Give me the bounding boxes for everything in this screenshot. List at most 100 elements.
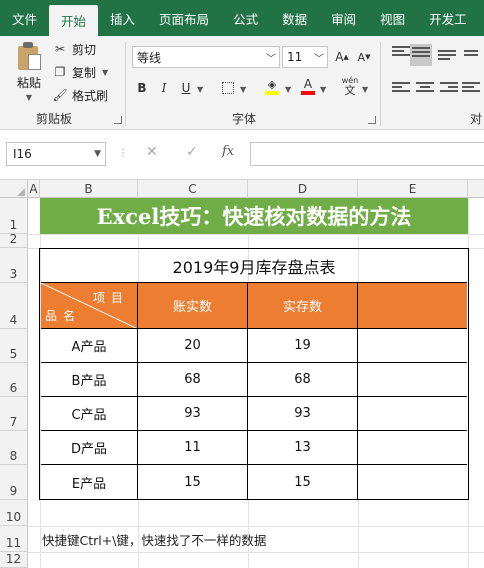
- table-cell-empty[interactable]: [358, 431, 467, 465]
- chevron-down-icon: ▼: [25, 93, 33, 102]
- row-header-8[interactable]: 8: [0, 431, 28, 465]
- row-header-5[interactable]: 5: [0, 329, 28, 363]
- tab-developer[interactable]: 开发工: [417, 0, 479, 36]
- table-cell-book[interactable]: 68: [138, 363, 248, 397]
- header-book-count[interactable]: 账实数: [138, 283, 248, 329]
- indent-icon[interactable]: [462, 82, 480, 98]
- table-cell-book[interactable]: 11: [138, 431, 248, 465]
- shortcut-note[interactable]: 快捷键Ctrl+\键，快速找了不一样的数据: [42, 530, 266, 549]
- copy-icon: ❐: [54, 65, 66, 79]
- underline-button[interactable]: U: [176, 78, 196, 98]
- phonetic-button[interactable]: wén 文: [340, 74, 360, 98]
- font-name-combo[interactable]: 等线 ﹀: [132, 46, 280, 68]
- table-cell-empty[interactable]: [358, 397, 467, 431]
- enter-check-icon[interactable]: ✓: [186, 144, 198, 160]
- fill-color-button[interactable]: ◈: [262, 76, 282, 96]
- row-header-7[interactable]: 7: [0, 397, 28, 431]
- row-header-9[interactable]: 9: [0, 465, 28, 500]
- italic-button[interactable]: I: [154, 78, 174, 98]
- shrink-font-button[interactable]: A ▼: [354, 47, 374, 67]
- column-header-c[interactable]: C: [138, 180, 248, 198]
- table-cell-actual[interactable]: 19: [248, 329, 358, 363]
- diagonal-header-cell[interactable]: 项目 品名: [41, 283, 138, 329]
- header-actual-count[interactable]: 实存数: [248, 283, 358, 329]
- row-header-10[interactable]: 10: [0, 500, 28, 526]
- font-launcher-icon[interactable]: [368, 116, 376, 124]
- table-cell-book[interactable]: 93: [138, 397, 248, 431]
- column-headers: A B C D E: [0, 180, 484, 198]
- grow-font-button[interactable]: A ▲: [332, 47, 352, 67]
- row-header-3[interactable]: 3: [0, 248, 28, 283]
- table-cell-empty[interactable]: [358, 465, 467, 499]
- formula-bar: I16 ▼ ⋮ ✕ ✓ fx: [0, 130, 484, 180]
- format-painter-button[interactable]: 🖌 格式刷: [52, 84, 108, 106]
- row-header-4[interactable]: 4: [0, 283, 28, 329]
- insert-function-icon[interactable]: fx: [222, 144, 234, 159]
- paintbrush-icon: 🖌: [52, 88, 68, 102]
- border-button[interactable]: [218, 78, 238, 98]
- align-top-icon[interactable]: [392, 46, 410, 62]
- row-header-2[interactable]: 2: [0, 232, 28, 248]
- chevron-down-icon[interactable]: ▼: [285, 85, 291, 94]
- chevron-down-icon: ▼: [94, 149, 101, 159]
- table-cell-actual[interactable]: 93: [248, 397, 358, 431]
- table-cell-actual[interactable]: 68: [248, 363, 358, 397]
- row-header-1[interactable]: 1: [0, 198, 28, 234]
- title-banner[interactable]: Excel技巧：快速核对数据的方法: [40, 198, 468, 234]
- font-size-combo[interactable]: 11 ﹀: [282, 46, 328, 68]
- table-cell-item[interactable]: E产品: [41, 465, 138, 499]
- chevron-down-icon: ﹀: [266, 53, 276, 65]
- copy-button[interactable]: ❐ 复制 ▼: [52, 61, 109, 83]
- table-cell-book[interactable]: 20: [138, 329, 248, 363]
- chevron-down-icon[interactable]: ▼: [197, 85, 203, 94]
- clipboard-launcher-icon[interactable]: [114, 116, 122, 124]
- table-cell-empty[interactable]: [358, 363, 467, 397]
- column-header-d[interactable]: D: [248, 180, 358, 198]
- tab-file[interactable]: 文件: [0, 0, 49, 36]
- table-cell-item[interactable]: A产品: [41, 329, 138, 363]
- tab-view[interactable]: 视图: [368, 0, 417, 36]
- tab-home[interactable]: 开始: [49, 5, 99, 36]
- align-bottom-icon[interactable]: [438, 50, 456, 66]
- tab-page-layout[interactable]: 页面布局: [147, 0, 221, 36]
- table-cell-item[interactable]: B产品: [41, 363, 138, 397]
- align-center-icon[interactable]: [416, 82, 434, 98]
- column-header-a[interactable]: A: [28, 180, 40, 198]
- column-header-b[interactable]: B: [40, 180, 138, 198]
- header-extra[interactable]: [358, 283, 467, 329]
- table-cell-item[interactable]: C产品: [41, 397, 138, 431]
- table-cell-actual[interactable]: 13: [248, 431, 358, 465]
- select-all-button[interactable]: [0, 180, 28, 198]
- row-header-12[interactable]: 12: [0, 552, 28, 568]
- tab-insert[interactable]: 插入: [98, 0, 147, 36]
- paste-button[interactable]: 粘贴 ▼: [10, 42, 48, 102]
- table-cell-book[interactable]: 15: [138, 465, 248, 499]
- tab-data[interactable]: 数据: [270, 0, 319, 36]
- table-cell-actual[interactable]: 15: [248, 465, 358, 499]
- chevron-down-icon[interactable]: ▼: [240, 85, 246, 94]
- column-header-e[interactable]: E: [358, 180, 468, 198]
- more-dots-icon[interactable]: ⋮: [118, 148, 128, 159]
- row-header-6[interactable]: 6: [0, 363, 28, 397]
- tab-review[interactable]: 审阅: [319, 0, 368, 36]
- orientation-icon[interactable]: [464, 50, 482, 66]
- name-box[interactable]: I16 ▼: [6, 142, 106, 166]
- chevron-down-icon[interactable]: ▼: [320, 85, 326, 94]
- cancel-icon[interactable]: ✕: [146, 144, 158, 160]
- row-header-11[interactable]: 11: [0, 526, 28, 552]
- header-item-label: 项目: [92, 291, 129, 305]
- table-title[interactable]: 2019年9月库存盘点表: [41, 250, 467, 283]
- table-cell-empty[interactable]: [358, 329, 467, 363]
- align-right-icon[interactable]: [440, 82, 458, 98]
- chevron-down-icon[interactable]: ▼: [362, 85, 368, 94]
- cut-button[interactable]: ✂ 剪切: [52, 38, 96, 60]
- paste-icon: [16, 42, 42, 72]
- chevron-down-icon: ▼: [102, 67, 109, 77]
- table-cell-item[interactable]: D产品: [41, 431, 138, 465]
- font-color-button[interactable]: A: [298, 76, 318, 96]
- formula-input[interactable]: [250, 142, 484, 166]
- tab-formulas[interactable]: 公式: [221, 0, 270, 36]
- align-middle-icon[interactable]: [410, 44, 432, 66]
- align-left-icon[interactable]: [392, 82, 410, 98]
- bold-button[interactable]: B: [132, 78, 152, 98]
